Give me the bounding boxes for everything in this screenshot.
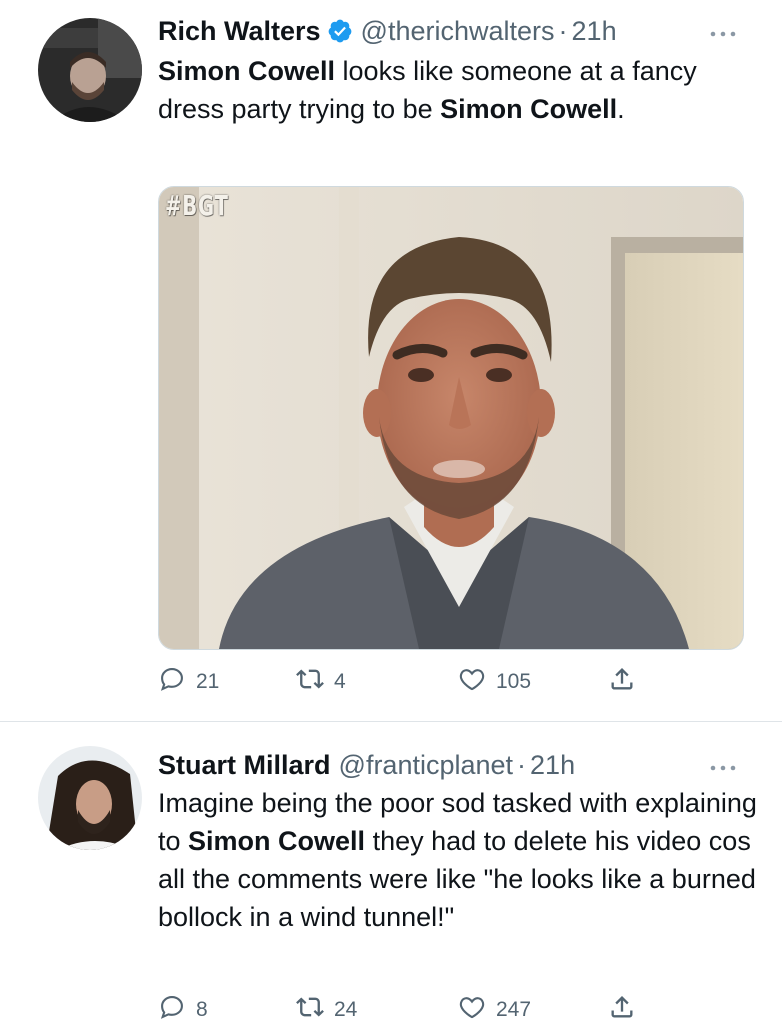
author-handle[interactable]: @franticplanet bbox=[339, 750, 514, 781]
reply-icon bbox=[158, 665, 186, 699]
like-button[interactable]: 247 bbox=[458, 990, 531, 1030]
tweet[interactable]: Stuart Millard @franticplanet · 21h Imag… bbox=[0, 722, 782, 1024]
reply-count: 21 bbox=[196, 670, 220, 693]
heart-icon bbox=[458, 993, 486, 1027]
author-name[interactable]: Rich Walters bbox=[158, 16, 321, 47]
tweet-actions: 21 4 105 bbox=[158, 662, 658, 702]
share-button[interactable] bbox=[608, 662, 636, 702]
tweet-text: Simon Cowell looks like someone at a fan… bbox=[158, 52, 758, 128]
separator: · bbox=[517, 749, 527, 780]
separator: · bbox=[558, 15, 568, 46]
author-name[interactable]: Stuart Millard bbox=[158, 750, 331, 781]
retweet-count: 24 bbox=[334, 998, 358, 1021]
tweet-header: Stuart Millard @franticplanet · 21h bbox=[158, 748, 575, 782]
media-overlay-text: #BGT bbox=[165, 189, 229, 222]
reply-icon bbox=[158, 993, 186, 1027]
reply-button[interactable]: 21 bbox=[158, 662, 219, 702]
tweet-header: Rich Walters @therichwalters · 21h bbox=[158, 14, 617, 48]
tweet[interactable]: Rich Walters @therichwalters · 21h Simon… bbox=[0, 0, 782, 722]
more-options-icon[interactable] bbox=[708, 760, 738, 771]
like-button[interactable]: 105 bbox=[458, 662, 531, 702]
retweet-icon bbox=[296, 665, 324, 699]
retweet-button[interactable]: 24 bbox=[296, 990, 357, 1030]
author-handle[interactable]: @therichwalters bbox=[361, 16, 555, 47]
share-icon bbox=[608, 993, 636, 1027]
mention-text: Simon Cowell bbox=[440, 94, 618, 124]
mention-text: Simon Cowell bbox=[158, 56, 336, 86]
tweet-text-segment: . bbox=[617, 94, 625, 124]
retweet-icon bbox=[296, 993, 324, 1027]
like-count: 247 bbox=[496, 998, 532, 1021]
retweet-count: 4 bbox=[334, 670, 346, 693]
share-icon bbox=[608, 665, 636, 699]
mention-text: Simon Cowell bbox=[188, 826, 366, 856]
like-count: 105 bbox=[496, 670, 532, 693]
avatar[interactable] bbox=[38, 746, 142, 850]
reply-count: 8 bbox=[196, 998, 208, 1021]
tweet-actions: 8 24 247 bbox=[158, 990, 658, 1030]
retweet-button[interactable]: 4 bbox=[296, 662, 346, 702]
heart-icon bbox=[458, 665, 486, 699]
tweet-text: Imagine being the poor sod tasked with e… bbox=[158, 784, 758, 936]
avatar[interactable] bbox=[38, 18, 142, 122]
tweet-media-image[interactable]: #BGT bbox=[158, 186, 744, 650]
verified-badge-icon bbox=[327, 18, 353, 44]
more-options-icon[interactable] bbox=[708, 26, 738, 37]
reply-button[interactable]: 8 bbox=[158, 990, 208, 1030]
timestamp[interactable]: 21h bbox=[572, 16, 617, 47]
timestamp[interactable]: 21h bbox=[530, 750, 575, 781]
share-button[interactable] bbox=[608, 990, 636, 1030]
